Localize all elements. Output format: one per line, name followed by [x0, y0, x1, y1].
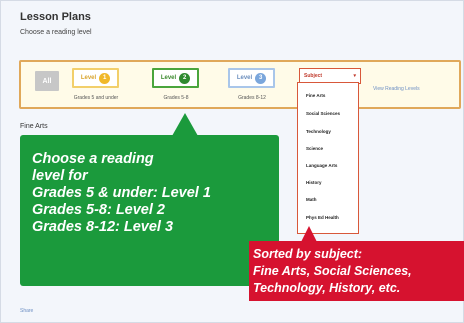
callout-line: level for	[32, 168, 88, 184]
subject-option[interactable]: Science	[306, 146, 323, 151]
callout-line: Fine Arts, Social Sciences,	[253, 264, 412, 278]
callout-line: Technology, History, etc.	[253, 281, 401, 295]
subject-option[interactable]: Math	[306, 197, 317, 202]
level-1-badge: 1	[99, 72, 111, 84]
subject-select-label: Subject	[304, 73, 323, 79]
level-2-badge: 2	[179, 72, 191, 84]
level-1-caption: Grades 5 and under	[73, 95, 119, 101]
lesson-plans-panel: Lesson Plans Choose a reading level All …	[0, 0, 464, 323]
level-2-button[interactable]: Level 2	[152, 68, 199, 88]
level-2-label: Level	[160, 75, 177, 81]
reading-level-prompt: Choose a reading level	[20, 29, 92, 36]
subject-option[interactable]: Fine Arts	[306, 93, 325, 98]
green-callout-pointer	[172, 113, 198, 136]
level-3-label: Level	[236, 75, 253, 81]
reading-level-selector: All Level 1 Grades 5 and under Level 2 G…	[19, 60, 461, 109]
level-3-button[interactable]: Level 3	[228, 68, 275, 88]
subject-option[interactable]: Language Arts	[306, 163, 337, 168]
all-levels-button[interactable]: All	[35, 71, 59, 91]
section-label: Fine Arts	[20, 123, 48, 130]
chevron-down-icon: ▾	[353, 73, 356, 79]
callout-line: Choose a reading	[32, 151, 154, 167]
level-3-badge: 3	[255, 72, 267, 84]
level-3-caption: Grades 8-12	[238, 95, 266, 101]
subject-option[interactable]: History	[306, 180, 322, 185]
callout-line: Grades 8-12: Level 3	[32, 219, 174, 235]
level-2-caption: Grades 5-8	[163, 95, 189, 101]
page-title: Lesson Plans	[20, 11, 91, 23]
callout-line: Grades 5-8: Level 2	[32, 202, 165, 218]
subject-option[interactable]: Phys Ed Health	[306, 215, 339, 220]
callout-line: Grades 5 & under: Level 1	[32, 185, 211, 201]
subject-callout: Sorted by subject: Fine Arts, Social Sci…	[249, 241, 464, 301]
share-link[interactable]: Share	[20, 308, 33, 314]
reading-level-callout: Choose a reading level for Grades 5 & un…	[20, 135, 279, 286]
subject-option[interactable]: Social Sciences	[306, 111, 340, 116]
subject-dropdown: Fine Arts Social Sciences Technology Sci…	[297, 82, 359, 234]
red-callout-pointer	[301, 226, 317, 242]
callout-line: Sorted by subject:	[253, 247, 363, 261]
subject-option[interactable]: Technology	[306, 129, 331, 134]
view-reading-levels-link[interactable]: View Reading Levels	[373, 86, 420, 92]
level-1-label: Level	[80, 75, 97, 81]
level-1-button[interactable]: Level 1	[72, 68, 119, 88]
